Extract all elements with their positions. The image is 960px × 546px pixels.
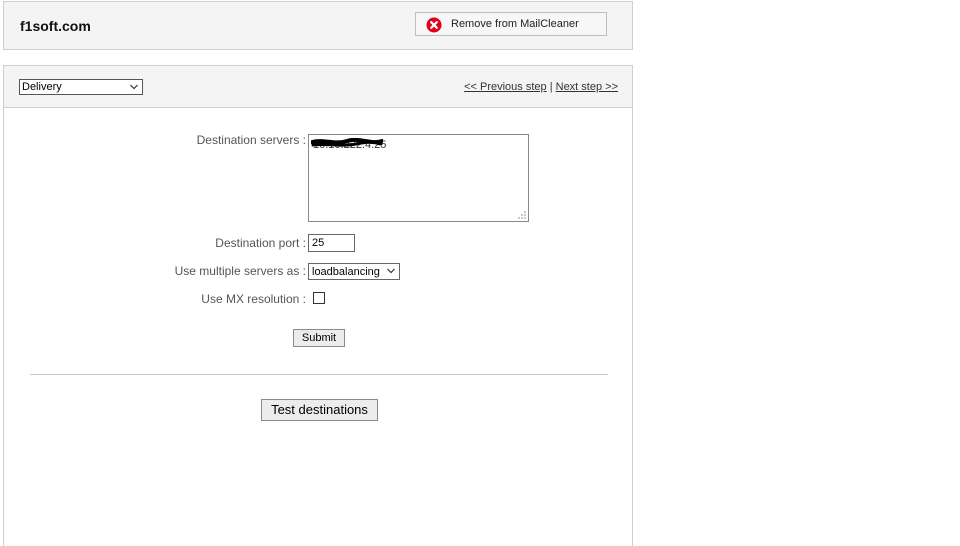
step-navigation: << Previous step | Next step >> (464, 81, 618, 93)
chevron-down-icon (130, 84, 138, 90)
wizard-toolbar: Delivery << Previous step | Next step >> (4, 66, 632, 108)
previous-step-link[interactable]: << Previous step (464, 81, 547, 93)
destination-port-input[interactable]: 25 (308, 234, 355, 252)
destination-servers-textarea[interactable]: 10.10.222.4:25 (308, 134, 529, 222)
wizard-panel: Delivery << Previous step | Next step >>… (3, 65, 633, 546)
test-destinations-button[interactable]: Test destinations (261, 399, 378, 421)
wizard-step-select[interactable]: Delivery (19, 79, 143, 95)
wizard-step-value: Delivery (22, 81, 62, 93)
chevron-down-icon (387, 268, 395, 274)
multiple-servers-value: loadbalancing (312, 266, 380, 278)
remove-circle-icon (426, 17, 442, 33)
multiple-servers-label: Use multiple servers as : (174, 264, 306, 278)
domain-header: f1soft.com Remove from MailCleaner (3, 1, 633, 50)
mx-resolution-label: Use MX resolution : (201, 292, 306, 306)
destination-servers-label: Destination servers : (196, 133, 306, 147)
remove-button-label: Remove from MailCleaner (451, 18, 579, 30)
destination-port-value: 25 (312, 237, 325, 249)
resize-grip-icon[interactable] (518, 211, 526, 219)
domain-title: f1soft.com (20, 18, 91, 34)
nav-separator: | (549, 81, 553, 93)
destination-port-label: Destination port : (215, 236, 306, 250)
redaction-scribble (311, 138, 383, 147)
mx-resolution-checkbox[interactable] (313, 292, 325, 304)
divider (30, 374, 608, 375)
next-step-link[interactable]: Next step >> (556, 81, 618, 93)
submit-button[interactable]: Submit (293, 329, 345, 347)
multiple-servers-select[interactable]: loadbalancing (308, 263, 400, 280)
remove-from-mailcleaner-button[interactable]: Remove from MailCleaner (415, 12, 607, 36)
